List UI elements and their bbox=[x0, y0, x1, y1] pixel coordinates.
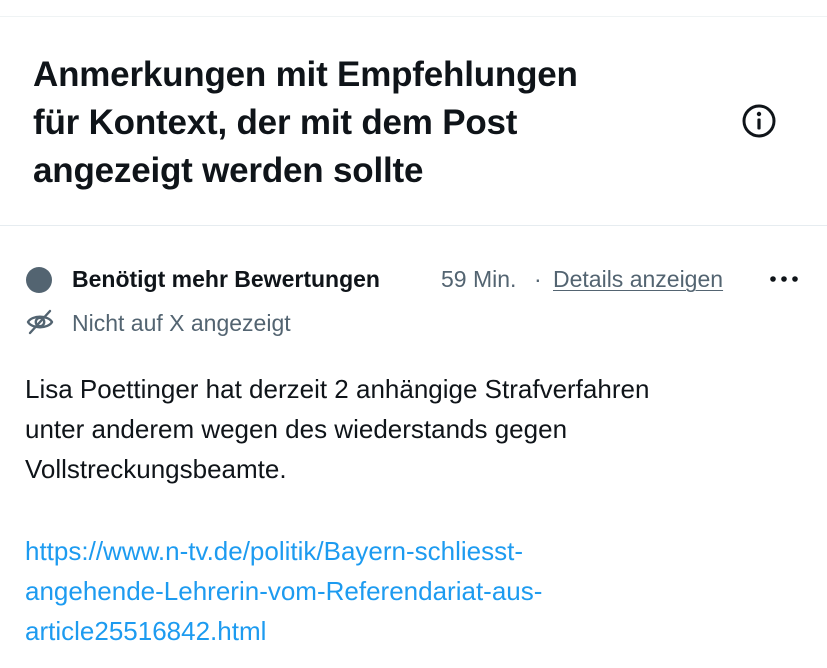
visibility-status-text: Nicht auf X angezeigt bbox=[72, 310, 291, 336]
info-circle-icon[interactable] bbox=[741, 103, 777, 139]
community-note: Benötigt mehr Bewertungen 59 Min. · Deta… bbox=[0, 226, 827, 668]
source-link-line[interactable]: article25516842.html bbox=[25, 611, 815, 651]
page-title-line: für Kontext, der mit dem Post bbox=[33, 103, 518, 142]
more-horizontal-icon bbox=[770, 276, 798, 282]
note-body-text: Lisa Poettinger hat derzeit 2 anhängige … bbox=[25, 369, 815, 489]
source-link[interactable]: https://www.n-tv.de/politik/Bayern-schli… bbox=[25, 531, 815, 651]
details-link[interactable]: Details anzeigen bbox=[553, 262, 723, 296]
note-body-line: Lisa Poettinger hat derzeit 2 anhängige … bbox=[25, 374, 650, 404]
more-options-button[interactable] bbox=[766, 264, 802, 294]
note-timestamp: 59 Min. bbox=[441, 266, 517, 292]
page-title-line: angezeigt werden sollte bbox=[33, 151, 424, 190]
page-title: Anmerkungen mit Empfehlungen für Kontext… bbox=[33, 51, 713, 195]
meta-separator: · bbox=[534, 266, 542, 292]
page-title-line: Anmerkungen mit Empfehlungen bbox=[33, 55, 578, 94]
note-body-line: unter anderem wegen des wiederstands geg… bbox=[25, 414, 568, 444]
eye-slash-icon bbox=[26, 308, 54, 336]
source-link-line[interactable]: angehende-Lehrerin-vom-Referendariat-aus… bbox=[25, 571, 815, 611]
status-dot-icon bbox=[26, 267, 52, 293]
notes-header: Anmerkungen mit Empfehlungen für Kontext… bbox=[0, 17, 827, 226]
note-status-label: Benötigt mehr Bewertungen bbox=[72, 266, 380, 292]
note-body-line: Vollstreckungsbeamte. bbox=[25, 454, 287, 484]
source-link-line[interactable]: https://www.n-tv.de/politik/Bayern-schli… bbox=[25, 531, 815, 571]
